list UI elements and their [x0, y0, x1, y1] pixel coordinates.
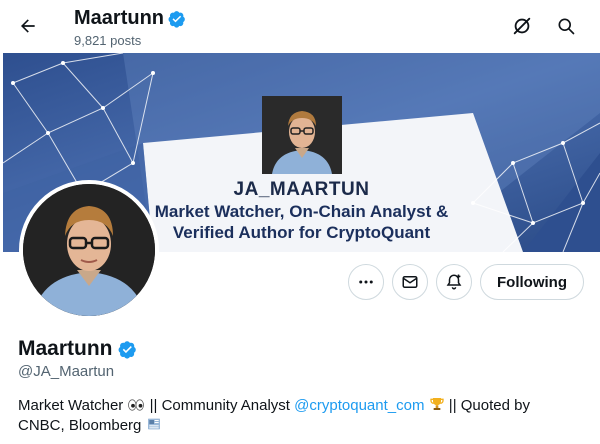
eyes-emoji [128, 399, 145, 411]
bio-text-3: || Quoted by [444, 397, 530, 414]
trophy-emoji [429, 398, 444, 410]
bio-text-4: CNBC, Bloomberg [18, 417, 146, 434]
search-icon [558, 18, 575, 35]
following-button[interactable]: Following [480, 264, 584, 300]
envelope-icon [402, 276, 418, 288]
avatar-portrait-graphic [23, 184, 155, 316]
verified-badge-icon [118, 340, 136, 359]
header-display-name: Maartunn [74, 7, 164, 29]
bio-text-2: || Community Analyst [145, 397, 295, 414]
profile-avatar[interactable] [19, 180, 159, 320]
cryptoquant-mention-link[interactable]: @cryptoquant_com [294, 397, 424, 414]
banner-portrait-photo [262, 96, 342, 174]
bell-plus-icon [446, 274, 462, 290]
search-button[interactable] [552, 12, 580, 40]
verified-badge-icon [168, 10, 185, 28]
message-button[interactable] [392, 264, 428, 300]
notifications-button[interactable] [436, 264, 472, 300]
profile-header-bar: Maartunn 9,821 posts [0, 0, 600, 53]
more-dots-icon [359, 280, 373, 284]
profile-name-row: Maartunn [18, 337, 137, 361]
more-options-button[interactable] [348, 264, 384, 300]
grok-icon [513, 17, 531, 35]
profile-display-name: Maartunn [18, 337, 113, 360]
back-button[interactable] [13, 11, 43, 41]
profile-bio: Market Watcher || Community Analyst @cry… [18, 396, 578, 436]
newspaper-emoji [147, 418, 160, 430]
person-portrait-graphic [262, 96, 342, 174]
profile-handle: @JA_Maartun [18, 363, 115, 380]
arrow-left-icon [21, 19, 35, 33]
posts-count: 9,821 posts [74, 33, 142, 48]
bio-text-1: Market Watcher [18, 397, 128, 414]
grok-button[interactable] [508, 12, 536, 40]
header-title-row: Maartunn [74, 7, 186, 30]
